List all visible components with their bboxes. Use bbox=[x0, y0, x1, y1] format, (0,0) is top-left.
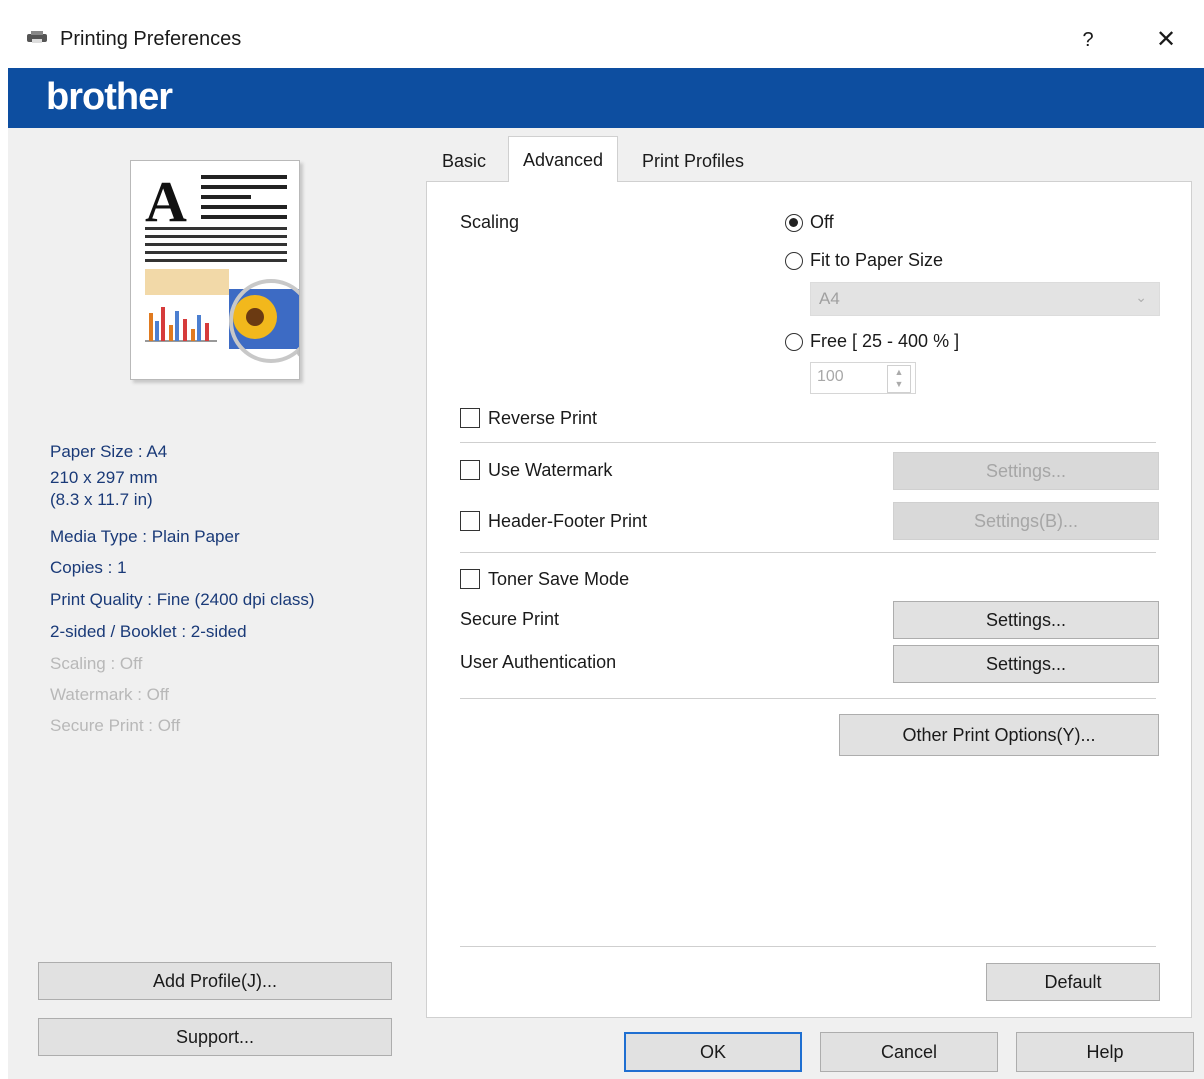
summary-paper-in: (8.3 x 11.7 in) bbox=[50, 490, 153, 509]
reverse-print-checkbox[interactable] bbox=[460, 408, 480, 428]
reverse-print-label[interactable]: Reverse Print bbox=[488, 408, 597, 429]
summary-print-quality: Print Quality : Fine (2400 dpi class) bbox=[50, 590, 315, 609]
separator bbox=[460, 698, 1156, 699]
tab-advanced[interactable]: Advanced bbox=[508, 136, 619, 182]
window-title: Printing Preferences bbox=[60, 28, 242, 50]
separator bbox=[460, 946, 1156, 947]
help-button[interactable]: Help bbox=[1016, 1032, 1194, 1072]
printer-icon bbox=[27, 31, 47, 43]
tab-basic[interactable]: Basic bbox=[430, 140, 498, 182]
title-help-button[interactable]: ? bbox=[1070, 22, 1106, 58]
document-preview-icon: A bbox=[145, 169, 331, 375]
user-auth-label: User Authentication bbox=[460, 652, 617, 672]
scaling-off-label[interactable]: Off bbox=[810, 212, 834, 233]
summary-watermark: Watermark : Off bbox=[50, 685, 170, 704]
window-top-edge bbox=[0, 0, 1204, 10]
free-scaling-value: 100 bbox=[817, 368, 844, 385]
close-icon[interactable]: ✕ bbox=[1148, 22, 1184, 58]
other-print-options-button[interactable]: Other Print Options(Y)... bbox=[839, 714, 1159, 756]
chevron-down-icon: ⌄ bbox=[1135, 289, 1147, 305]
toner-save-checkbox[interactable] bbox=[460, 569, 480, 589]
ok-button[interactable]: OK bbox=[624, 1032, 802, 1072]
use-watermark-label[interactable]: Use Watermark bbox=[488, 460, 612, 481]
svg-text:A: A bbox=[145, 169, 187, 234]
tab-print-profiles[interactable]: Print Profiles bbox=[630, 140, 756, 182]
paper-size-dropdown[interactable]: A4 ⌄ bbox=[810, 282, 1160, 316]
summary-secure-print: Secure Print : Off bbox=[50, 716, 181, 735]
paper-size-value: A4 bbox=[819, 289, 840, 308]
summary-copies: Copies : 1 bbox=[50, 558, 127, 577]
header-footer-label[interactable]: Header-Footer Print bbox=[488, 511, 647, 532]
free-scaling-radio[interactable] bbox=[785, 333, 803, 351]
fit-to-paper-label[interactable]: Fit to Paper Size bbox=[810, 250, 943, 271]
scaling-off-radio[interactable] bbox=[785, 214, 803, 232]
cancel-button[interactable]: Cancel bbox=[820, 1032, 998, 1072]
toner-save-label[interactable]: Toner Save Mode bbox=[488, 569, 629, 590]
separator bbox=[460, 552, 1156, 553]
summary-paper-size: Paper Size : A4 bbox=[50, 442, 168, 461]
summary-paper-mm: 210 x 297 mm bbox=[50, 468, 158, 487]
header-footer-checkbox[interactable] bbox=[460, 511, 480, 531]
free-scaling-label[interactable]: Free [ 25 - 400 % ] bbox=[810, 331, 959, 352]
brother-logo: brother bbox=[46, 76, 173, 118]
secure-print-settings-button[interactable]: Settings... bbox=[893, 601, 1159, 639]
secure-print-label: Secure Print bbox=[460, 609, 560, 629]
support-button[interactable]: Support... bbox=[38, 1018, 392, 1056]
print-preview-thumbnail: A bbox=[130, 160, 331, 380]
summary-media-type: Media Type : Plain Paper bbox=[50, 527, 240, 546]
watermark-settings-button[interactable]: Settings... bbox=[893, 452, 1159, 490]
use-watermark-checkbox[interactable] bbox=[460, 460, 480, 480]
summary-scaling: Scaling : Off bbox=[50, 654, 143, 673]
brand-banner bbox=[8, 68, 1204, 128]
header-footer-settings-button[interactable]: Settings(B)... bbox=[893, 502, 1159, 540]
default-button[interactable]: Default bbox=[986, 963, 1160, 1001]
free-scaling-spinbox[interactable]: 100 ▲ ▼ bbox=[810, 362, 916, 394]
summary-two-sided: 2-sided / Booklet : 2-sided bbox=[50, 622, 247, 641]
spin-arrows-icon[interactable]: ▲ ▼ bbox=[887, 365, 911, 393]
separator bbox=[460, 442, 1156, 443]
scaling-label: Scaling bbox=[460, 212, 520, 232]
fit-to-paper-radio[interactable] bbox=[785, 252, 803, 270]
user-auth-settings-button[interactable]: Settings... bbox=[893, 645, 1159, 683]
add-profile-button[interactable]: Add Profile(J)... bbox=[38, 962, 392, 1000]
